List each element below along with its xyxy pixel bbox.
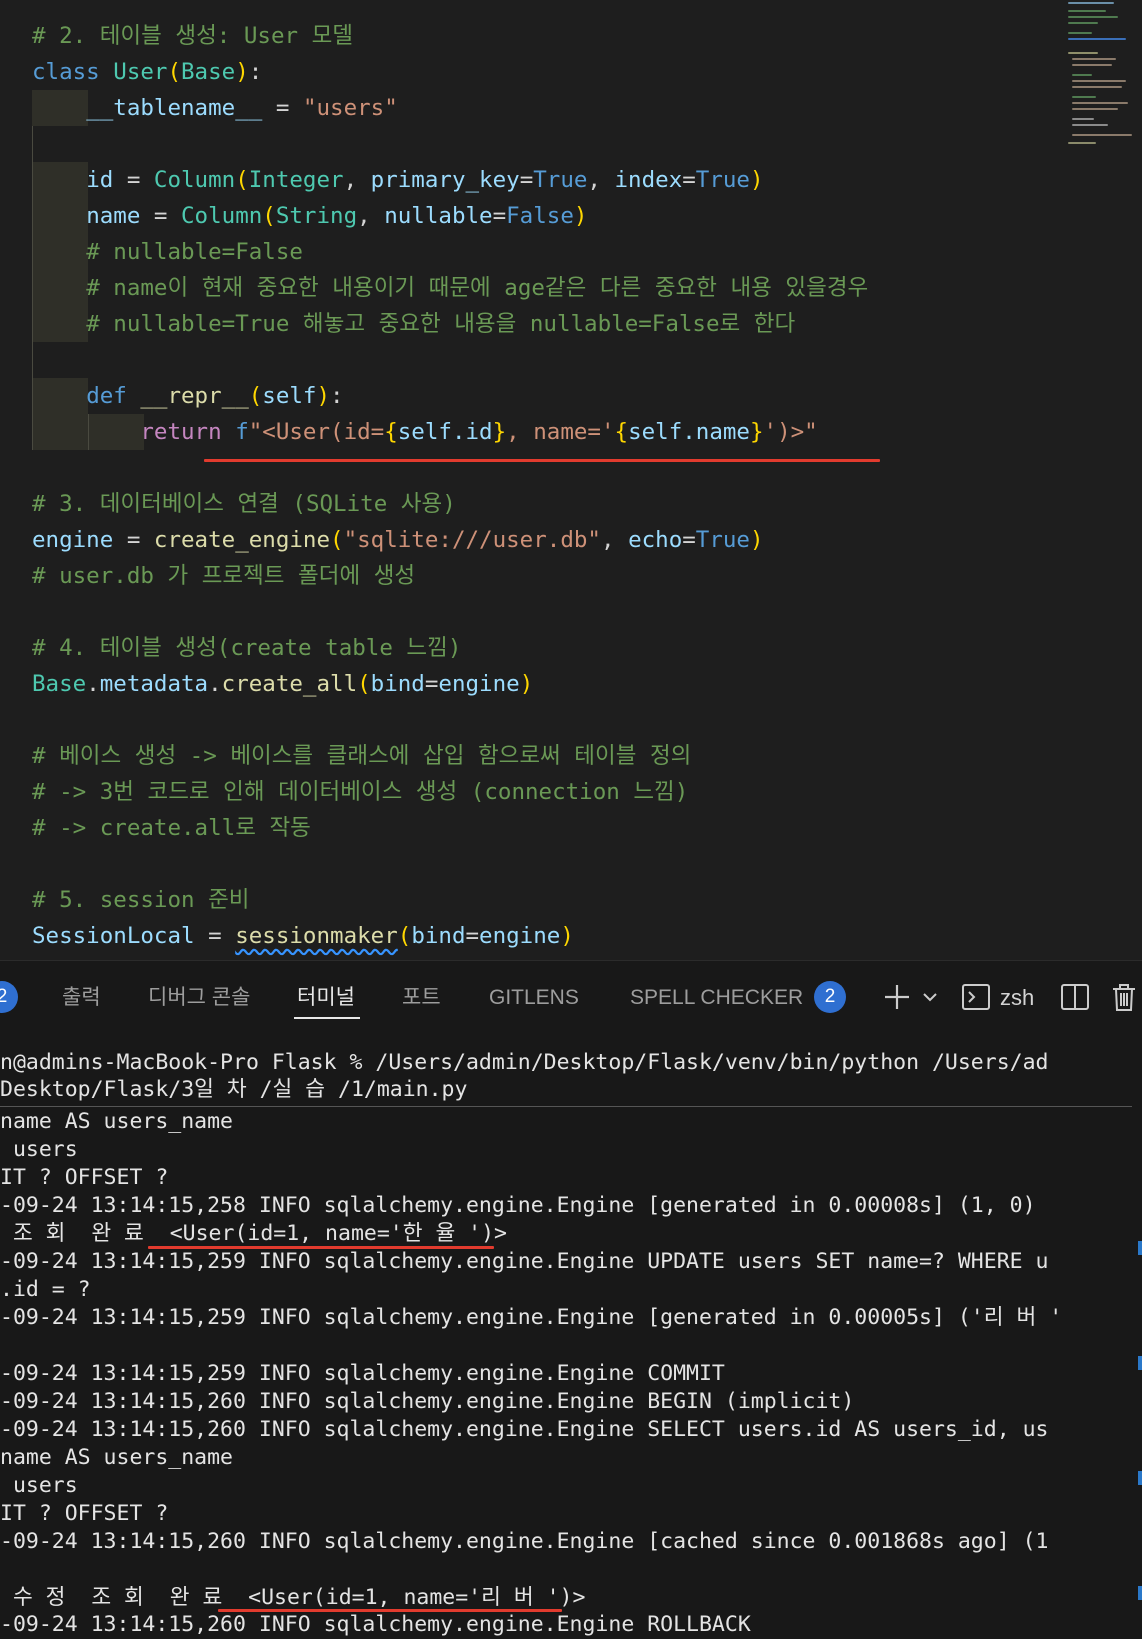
scrollbar-marker: [1138, 1356, 1142, 1370]
chevron-down-icon[interactable]: [920, 981, 940, 1013]
code-line-2: class User(Base):: [32, 59, 263, 85]
terminal-line: users: [0, 1137, 78, 1162]
code-line-14: # 4. 테이블 생성(create table 느낌): [32, 635, 462, 661]
tab-ports[interactable]: 포트: [402, 983, 441, 1013]
bottom-panel: 2 출력 디버그 콘솔 터미널 포트 GITLENS SPELL CHECKER…: [0, 960, 1142, 1639]
terminal-line: 수 정 조 회 완 료 <User(id=1, name='리 버 ')>: [0, 1585, 586, 1610]
terminal-line: n@admins-MacBook-Pro Flask % /Users/admi…: [0, 1050, 1049, 1075]
terminal-line: 조 회 완 료 <User(id=1, name='한 율 ')>: [0, 1221, 508, 1246]
code-editor[interactable]: # 2. 테이블 생성: User 모델 class User(Base): _…: [0, 0, 1142, 960]
active-tab-indicator: [294, 1017, 360, 1019]
code-line-4: id = Column(Integer, primary_key=True, i…: [86, 167, 764, 193]
code-line-8: # nullable=True 해놓고 중요한 내용을 nullable=Fal…: [86, 311, 796, 337]
split-terminal-icon[interactable]: [1060, 981, 1090, 1013]
code-line-10: return f"<User(id={self.id}, name='{self…: [140, 419, 818, 445]
code-line-11: # 3. 데이터베이스 연결 (SQLite 사용): [32, 491, 456, 517]
terminal-line: -09-24 13:14:15,259 INFO sqlalchemy.engi…: [0, 1305, 1063, 1330]
terminal-line: .id = ?: [0, 1277, 91, 1302]
tab-spell-checker[interactable]: SPELL CHECKER: [630, 983, 803, 1013]
terminal-line: name AS users_name: [0, 1109, 233, 1134]
terminal-line: users: [0, 1473, 78, 1498]
terminal-line: IT ? OFFSET ?: [0, 1165, 169, 1190]
code-line-9: def __repr__(self):: [86, 383, 344, 409]
trash-icon[interactable]: [1110, 981, 1138, 1013]
terminal-line: name AS users_name: [0, 1445, 233, 1470]
code-line-13: # user.db 가 프로젝트 폴더에 생성: [32, 563, 416, 589]
minimap[interactable]: [1064, 0, 1134, 150]
problems-count-badge[interactable]: 2: [0, 981, 18, 1013]
code-line-5: name = Column(String, nullable=False): [86, 203, 588, 229]
code-line-20: SessionLocal = sessionmaker(bind=engine): [32, 923, 574, 949]
tab-terminal[interactable]: 터미널: [297, 983, 355, 1013]
spell-checker-badge: 2: [814, 981, 846, 1013]
terminal-line: -09-24 13:14:15,260 INFO sqlalchemy.engi…: [0, 1612, 751, 1637]
code-line-18: # -> create.all로 작동: [32, 815, 311, 841]
terminal-line: -09-24 13:14:15,258 INFO sqlalchemy.engi…: [0, 1193, 1036, 1218]
scrollbar-marker: [1138, 1586, 1142, 1600]
terminal-line: Desktop/Flask/3일 차 /실 습 /1/main.py: [0, 1077, 468, 1102]
code-line-19: # 5. session 준비: [32, 887, 250, 913]
code-line-1: # 2. 테이블 생성: User 모델: [32, 23, 354, 49]
terminal-line: -09-24 13:14:15,260 INFO sqlalchemy.engi…: [0, 1529, 1049, 1554]
plus-icon[interactable]: [882, 981, 912, 1013]
code-line-3: __tablename__ = "users": [86, 95, 398, 121]
tab-gitlens[interactable]: GITLENS: [489, 983, 579, 1013]
terminal-line: IT ? OFFSET ?: [0, 1501, 169, 1526]
code-line-12: engine = create_engine("sqlite:///user.d…: [32, 527, 764, 553]
code-line-15: Base.metadata.create_all(bind=engine): [32, 671, 534, 697]
code-line-7: # name이 현재 중요한 내용이기 때문에 age같은 다른 중요한 내용 …: [86, 275, 869, 301]
terminal-line: -09-24 13:14:15,259 INFO sqlalchemy.engi…: [0, 1249, 1049, 1274]
code-line-16: # 베이스 생성 -> 베이스를 클래스에 삽입 함으로써 테이블 정의: [32, 743, 692, 769]
scrollbar-marker: [1138, 1241, 1142, 1255]
code-line-6: # nullable=False: [86, 239, 303, 265]
code-line-17: # -> 3번 코드로 인해 데이터베이스 생성 (connection 느낌): [32, 779, 689, 805]
terminal-icon[interactable]: [961, 981, 991, 1013]
tab-debug-console[interactable]: 디버그 콘솔: [148, 983, 250, 1013]
terminal-separator: [0, 1106, 1132, 1107]
scrollbar-marker: [1138, 1471, 1142, 1485]
annotation-underline: [204, 459, 880, 462]
tab-output[interactable]: 출력: [62, 983, 101, 1013]
shell-name[interactable]: zsh: [1000, 983, 1034, 1013]
panel-tab-bar: 2 출력 디버그 콘솔 터미널 포트 GITLENS SPELL CHECKER…: [0, 961, 1142, 1033]
terminal-line: -09-24 13:14:15,260 INFO sqlalchemy.engi…: [0, 1417, 1049, 1442]
terminal-line: -09-24 13:14:15,259 INFO sqlalchemy.engi…: [0, 1361, 725, 1386]
terminal-line: -09-24 13:14:15,260 INFO sqlalchemy.engi…: [0, 1389, 855, 1414]
